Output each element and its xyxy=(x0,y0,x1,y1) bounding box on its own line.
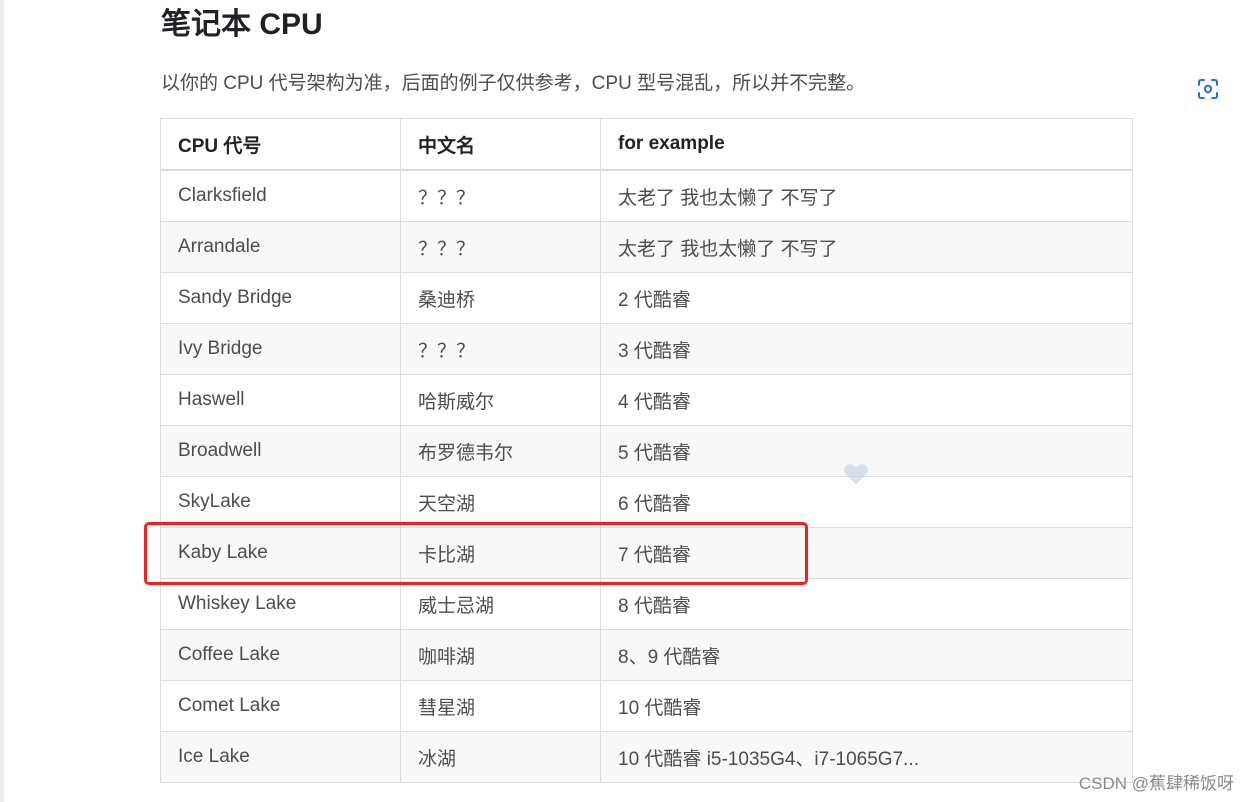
cpu-table-container: CPU 代号 中文名 for example Clarksfield ？？？ 太… xyxy=(160,118,1133,783)
page-left-edge xyxy=(0,0,4,802)
table-row: Arrandale ？？？ 太老了 我也太懒了 不写了 xyxy=(160,221,1133,273)
example-cell: 2 代酷睿 xyxy=(600,272,1133,324)
example-cell: 7 代酷睿 xyxy=(600,527,1133,579)
section-title: 笔记本 CPU xyxy=(161,8,323,41)
cpu-codename-cell: SkyLake xyxy=(160,476,401,528)
example-cell: 8 代酷睿 xyxy=(600,578,1133,630)
cpu-codename-cell: Sandy Bridge xyxy=(160,272,401,324)
table-row: Haswell 哈斯威尔 4 代酷睿 xyxy=(160,374,1133,426)
table-row-highlighted: Kaby Lake 卡比湖 7 代酷睿 xyxy=(160,527,1133,579)
scan-button[interactable] xyxy=(1196,77,1220,101)
chinese-name-cell: 布罗德韦尔 xyxy=(400,425,601,477)
example-cell: 10 代酷睿 i5-1035G4、i7-1065G7... xyxy=(600,731,1133,783)
header-cpu-codename: CPU 代号 xyxy=(160,118,401,171)
table-row: SkyLake 天空湖 6 代酷睿 xyxy=(160,476,1133,528)
chinese-name-cell: 天空湖 xyxy=(400,476,601,528)
cpu-codename-table: CPU 代号 中文名 for example Clarksfield ？？？ 太… xyxy=(160,118,1133,783)
like-button[interactable] xyxy=(842,460,870,488)
table-row: Whiskey Lake 威士忌湖 8 代酷睿 xyxy=(160,578,1133,630)
header-chinese-name: 中文名 xyxy=(400,118,601,171)
table-row: Clarksfield ？？？ 太老了 我也太懒了 不写了 xyxy=(160,169,1133,222)
example-cell: 4 代酷睿 xyxy=(600,374,1133,426)
watermark: CSDN @蕉肆稀饭呀 xyxy=(1078,774,1234,793)
example-cell: 太老了 我也太懒了 不写了 xyxy=(600,169,1133,222)
chinese-name-cell: 卡比湖 xyxy=(400,527,601,579)
chinese-name-cell: ？？？ xyxy=(400,169,601,222)
example-cell: 太老了 我也太懒了 不写了 xyxy=(600,221,1133,273)
chinese-name-cell: 哈斯威尔 xyxy=(400,374,601,426)
chinese-name-cell: 冰湖 xyxy=(400,731,601,783)
cpu-codename-cell: Coffee Lake xyxy=(160,629,401,681)
cpu-codename-cell: Comet Lake xyxy=(160,680,401,732)
cpu-codename-cell: Whiskey Lake xyxy=(160,578,401,630)
cpu-codename-cell: Broadwell xyxy=(160,425,401,477)
chinese-name-cell: 彗星湖 xyxy=(400,680,601,732)
example-cell: 8、9 代酷睿 xyxy=(600,629,1133,681)
cpu-codename-cell: Haswell xyxy=(160,374,401,426)
example-cell: 3 代酷睿 xyxy=(600,323,1133,375)
header-example: for example xyxy=(600,118,1133,171)
cpu-codename-cell: Ivy Bridge xyxy=(160,323,401,375)
cpu-codename-cell: Clarksfield xyxy=(160,169,401,222)
chinese-name-cell: ？？？ xyxy=(400,221,601,273)
table-row: Sandy Bridge 桑迪桥 2 代酷睿 xyxy=(160,272,1133,324)
chinese-name-cell: 咖啡湖 xyxy=(400,629,601,681)
table-row: Coffee Lake 咖啡湖 8、9 代酷睿 xyxy=(160,629,1133,681)
chinese-name-cell: ？？？ xyxy=(400,323,601,375)
table-header-row: CPU 代号 中文名 for example xyxy=(160,118,1133,171)
table-row: Ivy Bridge ？？？ 3 代酷睿 xyxy=(160,323,1133,375)
cpu-codename-cell: Arrandale xyxy=(160,221,401,273)
table-row: Comet Lake 彗星湖 10 代酷睿 xyxy=(160,680,1133,732)
table-row: Ice Lake 冰湖 10 代酷睿 i5-1035G4、i7-1065G7..… xyxy=(160,731,1133,783)
chinese-name-cell: 威士忌湖 xyxy=(400,578,601,630)
table-row: Broadwell 布罗德韦尔 5 代酷睿 xyxy=(160,425,1133,477)
heart-icon xyxy=(844,464,868,485)
cpu-codename-cell: Kaby Lake xyxy=(160,527,401,579)
scan-icon xyxy=(1198,79,1218,99)
cpu-codename-cell: Ice Lake xyxy=(160,731,401,783)
intro-paragraph: 以你的 CPU 代号架构为准，后面的例子仅供参考，CPU 型号混乱，所以并不完整… xyxy=(161,73,866,94)
chinese-name-cell: 桑迪桥 xyxy=(400,272,601,324)
example-cell: 10 代酷睿 xyxy=(600,680,1133,732)
